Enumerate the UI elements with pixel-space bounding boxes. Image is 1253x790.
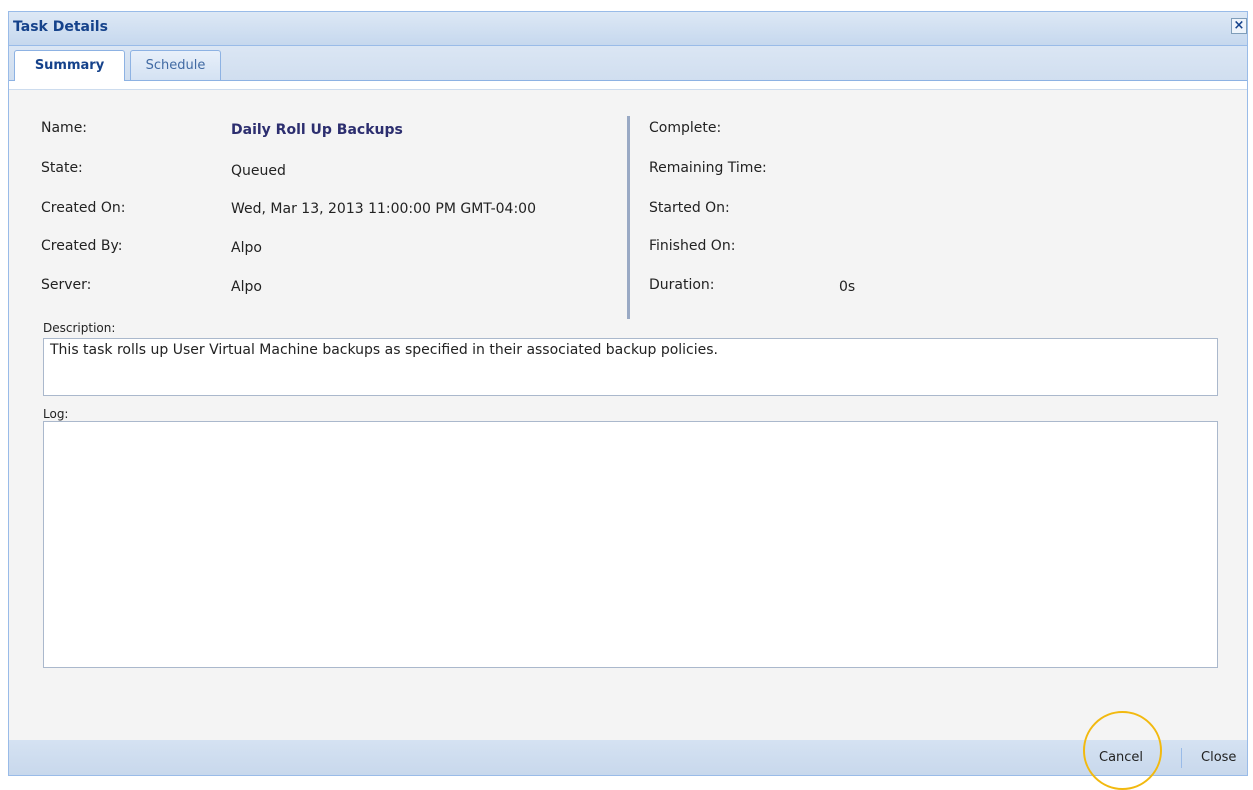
tab-schedule[interactable]: Schedule [130,50,221,80]
name-label: Name: [41,120,88,136]
complete-label: Complete: [649,120,722,136]
remaining-time-label: Remaining Time: [649,160,767,176]
description-label: Description: [43,321,116,335]
server-label: Server: [41,277,92,293]
created-by-value: Alpo [231,240,262,256]
footer-separator [1181,748,1182,768]
state-value: Queued [231,163,286,179]
description-field[interactable]: This task rolls up User Virtual Machine … [43,338,1218,396]
log-field[interactable] [43,421,1218,668]
created-on-value: Wed, Mar 13, 2013 11:00:00 PM GMT-04:00 [231,201,536,217]
finished-on-label: Finished On: [649,238,736,254]
title-bar: Task Details × [9,12,1247,45]
summary-panel: Name: Daily Roll Up Backups State: Queue… [9,90,1247,740]
created-by-label: Created By: [41,238,123,254]
task-details-window: Task Details × Summary Schedule Name: Da… [8,11,1248,776]
name-value: Daily Roll Up Backups [231,122,403,138]
cancel-highlight-ring [1083,711,1162,790]
close-button[interactable]: Close [1201,750,1236,765]
log-label: Log: [43,407,69,421]
tab-summary[interactable]: Summary [14,50,125,81]
duration-value: 0s [839,279,856,295]
state-label: State: [41,160,83,176]
tab-strip: Summary Schedule [9,45,1247,90]
duration-label: Duration: [649,277,715,293]
column-divider [627,116,630,319]
dialog-footer: Cancel Close [9,740,1247,775]
started-on-label: Started On: [649,200,730,216]
window-title: Task Details [13,19,108,35]
created-on-label: Created On: [41,200,126,216]
close-icon[interactable]: × [1231,18,1247,34]
server-value: Alpo [231,279,262,295]
